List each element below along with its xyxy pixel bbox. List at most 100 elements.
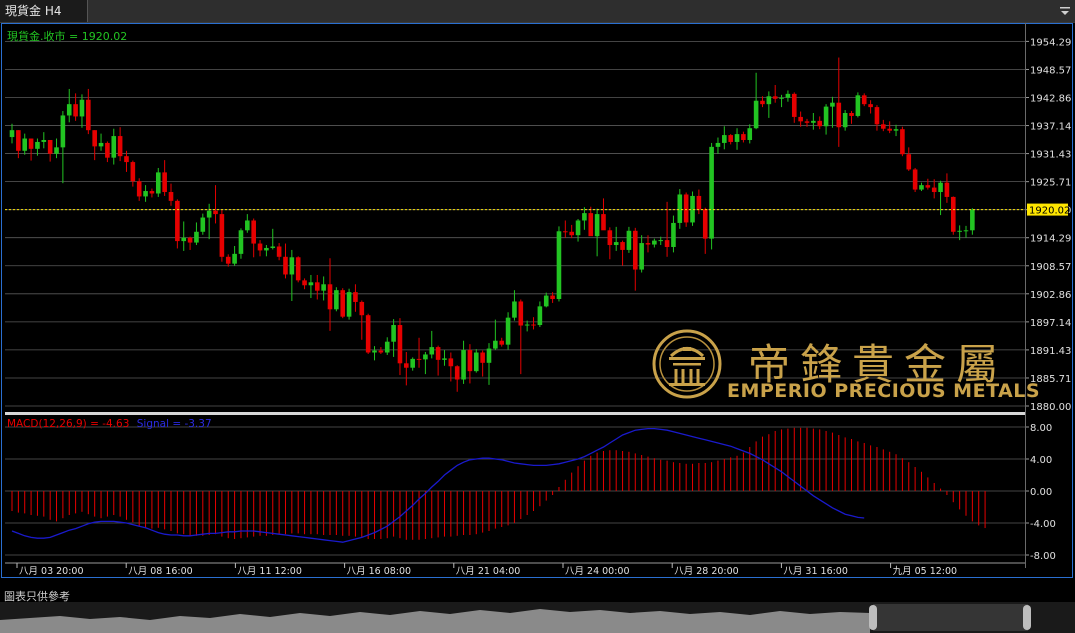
candle-up	[938, 182, 943, 193]
candle-up	[200, 217, 206, 232]
candle-down	[931, 187, 937, 193]
candle-down	[219, 214, 225, 257]
candle-down	[117, 136, 123, 157]
navigator-right-handle[interactable]	[1023, 605, 1031, 630]
candle-up	[556, 231, 562, 300]
candle-down	[16, 130, 21, 151]
candle-up	[823, 106, 829, 127]
candle-down	[874, 107, 880, 125]
navigator-left-handle[interactable]	[869, 605, 877, 630]
candle-down	[162, 172, 167, 193]
candle-down	[817, 120, 823, 127]
price-tick-label: 1908.57	[1030, 262, 1071, 273]
candle-up	[652, 240, 657, 245]
time-axis: 八月 03 20:00 八月 08 16:00 八月 11 12:00 八月 16 0…	[5, 562, 1025, 577]
candle-down	[454, 366, 460, 380]
candle-down	[105, 142, 110, 158]
chart-area[interactable]: 1954.29 1948.57 1942.86 1937.14 1931.43 1925.…	[0, 23, 1075, 583]
candle-down	[136, 181, 142, 197]
macd-tick-label: 8.00	[1030, 423, 1052, 434]
price-tick-label: 1948.57	[1030, 65, 1071, 76]
candle-down	[906, 154, 912, 170]
candle-down	[480, 352, 485, 363]
macd-tick-label: -4.00	[1030, 519, 1056, 530]
candle-down	[314, 282, 320, 291]
candle-down	[130, 162, 136, 182]
candle-up	[22, 138, 28, 151]
price-tick-label: 1925.71	[1030, 178, 1071, 189]
candle-down	[365, 315, 371, 353]
candle-down	[518, 301, 524, 326]
candle-up	[677, 194, 683, 223]
candle-up	[321, 284, 326, 291]
candle-down	[632, 230, 638, 270]
candle-up	[111, 136, 117, 158]
candle-up	[245, 220, 250, 231]
candle-up	[391, 325, 396, 342]
panel-separator[interactable]	[5, 412, 1025, 415]
candle-down	[702, 209, 708, 239]
candle-up	[79, 99, 85, 117]
navigator-selection[interactable]	[873, 604, 1028, 631]
candle-down	[861, 95, 867, 105]
candle-down	[359, 301, 365, 316]
candle-up	[970, 209, 975, 231]
candle-up	[372, 350, 377, 353]
candle-down	[950, 196, 956, 232]
candle-down	[47, 139, 53, 154]
candle-up	[238, 230, 244, 254]
candle-down	[168, 192, 174, 201]
candle-down	[251, 220, 256, 244]
candle-down	[925, 185, 931, 188]
candle-up	[384, 341, 390, 353]
candle-down	[276, 246, 282, 257]
candle-up	[461, 350, 466, 380]
time-tick-label: 八月 24 00:00	[565, 566, 630, 577]
candle-up	[98, 142, 104, 147]
candle-up	[722, 135, 727, 143]
time-tick-label: 八月 11 12:00	[237, 566, 302, 577]
candle-down	[569, 231, 574, 236]
candle-down	[302, 280, 307, 286]
candle-up	[855, 95, 861, 116]
candle-down	[760, 100, 765, 105]
tab-chart-title[interactable]: 現貨金 H4	[0, 0, 88, 22]
time-tick-label: 九月 05 12:00	[893, 565, 958, 577]
candle-up	[442, 358, 447, 360]
candle-down	[73, 104, 78, 117]
candle-down	[124, 156, 129, 163]
price-tick-label: 1914.29	[1030, 234, 1071, 245]
candle-up	[957, 230, 962, 232]
candle-down	[849, 112, 854, 116]
candle-up	[893, 129, 899, 131]
candle-down	[149, 191, 155, 194]
time-tick-label: 八月 21 04:00	[456, 566, 521, 577]
candle-down	[798, 116, 803, 122]
candle-up	[963, 230, 969, 232]
candle-down	[435, 347, 441, 360]
candle-up	[334, 290, 339, 310]
candle-down	[531, 324, 536, 326]
candle-up	[779, 97, 784, 99]
candle-up	[766, 96, 772, 105]
candle-down	[868, 104, 873, 108]
candle-down	[467, 350, 473, 372]
candle-down	[620, 242, 625, 250]
candle-down	[683, 194, 689, 223]
candle-down	[340, 290, 346, 317]
time-tick-label: 八月 03 20:00	[19, 566, 84, 577]
candle-up	[842, 112, 848, 128]
candle-down	[645, 243, 651, 245]
candle-down	[741, 134, 746, 140]
chart-navigator[interactable]	[0, 602, 1075, 633]
candle-up	[715, 142, 721, 147]
candle-up	[232, 253, 237, 264]
candle-up	[575, 220, 581, 236]
candle-up	[54, 147, 59, 154]
candle-up	[346, 292, 352, 317]
candle-down	[900, 129, 905, 155]
candle-down	[225, 256, 231, 264]
candle-down	[563, 231, 568, 233]
dropdown-arrow-icon[interactable]	[1058, 4, 1072, 18]
candle-up	[594, 214, 600, 237]
